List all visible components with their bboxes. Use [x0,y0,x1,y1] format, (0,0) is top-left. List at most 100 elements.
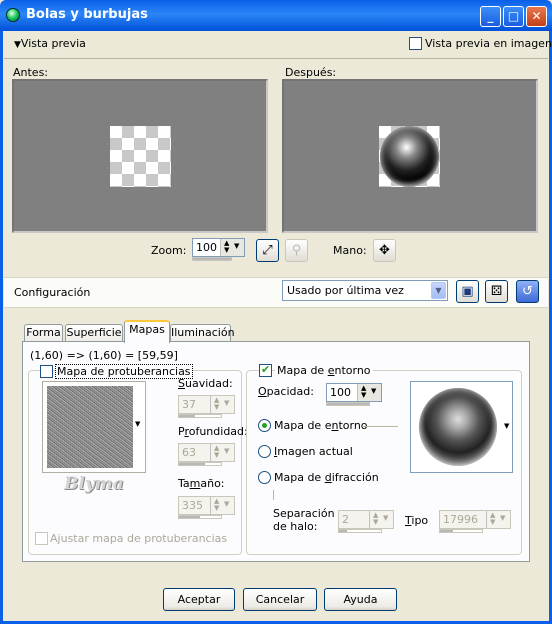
cancel-button[interactable]: Cancelar [243,588,317,611]
fit-bump-label: Ajustar mapa de protuberancias [50,532,228,545]
chevron-down-icon: ▼ [500,514,506,522]
window-title: Bolas y burbujas [26,7,148,22]
pan-button[interactable]: ✥ [373,239,396,262]
opacity-label: Opacidad: [258,385,314,398]
smoothness-value: 37 [182,398,196,411]
type-value: 17996 [443,513,478,526]
reset-icon: ↺ [522,284,533,299]
bump-texture-swatch[interactable] [42,381,146,473]
magnifier-icon: ⚲ [291,243,302,258]
tab-forma[interactable]: Forma [24,324,63,342]
smoothness-spinner: 37 ▲ ▼ ▼ [178,395,235,414]
minimize-button[interactable]: _ [480,6,501,27]
app-icon [6,8,20,22]
move-icon: ✥ [379,243,390,258]
image-preview-label: Vista previa en imagen [425,37,552,50]
halo-label-1: Separación [273,507,335,520]
halo-spinner: 2 ▲ ▼ ▼ [338,510,394,529]
env-map-image [419,388,497,466]
zoom-label: Zoom: [151,244,187,257]
bump-texture-image [47,386,133,468]
maximize-button[interactable]: □ [503,6,524,27]
ok-button[interactable]: Aceptar [163,588,235,611]
bump-map-label: Mapa de protuberancias [55,364,193,379]
chevron-down-icon: ▼ [371,387,377,395]
divider [4,58,548,59]
chevron-down-icon: ▼ [224,447,230,455]
chevron-down-icon[interactable]: ▼ [135,420,140,428]
save-preset-button[interactable]: ▣ [456,280,479,303]
opacity-slider[interactable] [326,402,370,406]
zoom-fit-icon: ⤢ [262,243,273,258]
after-preview[interactable] [282,79,538,233]
zoom-spinner[interactable]: 100 ▲ ▼ ▼ [192,238,245,257]
depth-slider [178,462,222,466]
image-preview-checkbox[interactable] [409,37,422,50]
config-label: Configuración [14,286,91,299]
radio-current-image-label: Imagen actual [274,445,353,458]
type-label: Tipo [405,514,429,527]
env-map-swatch[interactable] [410,381,513,473]
depth-label: Profundidad: [178,425,248,438]
arrow-down-icon: ▼ [373,518,379,526]
env-map-checkbox[interactable] [259,363,272,377]
opacity-value: 100 [330,386,351,399]
preview-toggle[interactable]: ▼Vista previa [14,37,86,50]
zoom-value: 100 [196,241,217,254]
bump-map-checkbox[interactable] [40,365,53,378]
fit-bump-checkbox [35,532,48,545]
radio-diffraction[interactable] [258,471,271,484]
radio-current-image[interactable] [258,445,271,458]
size-spinner: 335 ▲ ▼ ▼ [178,496,235,515]
triangle-down-icon: ▼ [14,40,21,50]
type-spinner: 17996 ▲ ▼ ▼ [439,510,511,529]
save-icon: ▣ [461,284,474,299]
depth-value: 63 [182,446,196,459]
preset-dropdown[interactable]: Usado por última vez ▼ [282,280,448,301]
after-image-bg [379,126,440,187]
tab-mapas[interactable]: Mapas [124,320,170,343]
before-image [110,126,171,187]
dice-icon: ⚄ [490,284,503,299]
opacity-spinner[interactable]: 100 ▲ ▼ ▼ [326,383,382,402]
chevron-down-icon: ▼ [224,500,230,508]
random-button[interactable]: ⚄ [485,280,508,303]
preset-value: Usado por última vez [287,284,404,297]
divider [273,490,274,500]
halo-label-2: de halo: [273,520,318,533]
size-label: Tamaño: [178,477,225,490]
before-preview[interactable] [12,79,268,233]
watermark-logo: Blyma [64,474,124,494]
help-button[interactable]: Ayuda [324,588,397,611]
size-value: 335 [182,499,203,512]
chevron-down-icon[interactable]: ▼ [431,282,446,299]
chevron-down-icon: ▼ [383,514,389,522]
zoom-slider[interactable] [192,257,232,261]
smoothness-label: Suavidad: [178,377,233,390]
close-button[interactable]: ✕ [526,6,547,27]
radio-diffraction-label: Mapa de difracción [274,471,379,484]
coordinates-readout: (1,60) => (1,60) = [59,59] [30,349,178,362]
radio-env-map[interactable] [258,419,271,432]
arrow-down-icon: ▼ [361,391,367,399]
tab-superficie[interactable]: Superficie [65,324,123,342]
arrow-down-icon: ▼ [214,504,220,512]
halo-slider [338,529,382,533]
depth-spinner: 63 ▲ ▼ ▼ [178,443,235,462]
arrow-down-icon: ▼ [224,246,230,254]
tab-iluminacion[interactable]: Iluminación [170,324,235,342]
arrow-down-icon: ▼ [214,451,220,459]
zoom-spin-arrows[interactable]: ▲ ▼ ▼ [220,239,244,256]
arrow-down-icon: ▼ [214,403,220,411]
radio-env-map-label: Mapa de entorno [274,419,368,432]
zoom-fit-button[interactable]: ⤢ [256,239,279,262]
reset-button[interactable]: ↺ [516,280,539,303]
title-bar[interactable]: Bolas y burbujas _ □ ✕ [0,0,552,31]
before-label: Antes: [13,66,49,79]
smoothness-slider [178,414,222,418]
env-map-label: Mapa de entorno [275,364,373,377]
divider [362,426,398,427]
size-slider [178,515,222,519]
chevron-down-icon: ▼ [234,242,240,250]
chevron-down-icon[interactable]: ▼ [504,422,509,430]
